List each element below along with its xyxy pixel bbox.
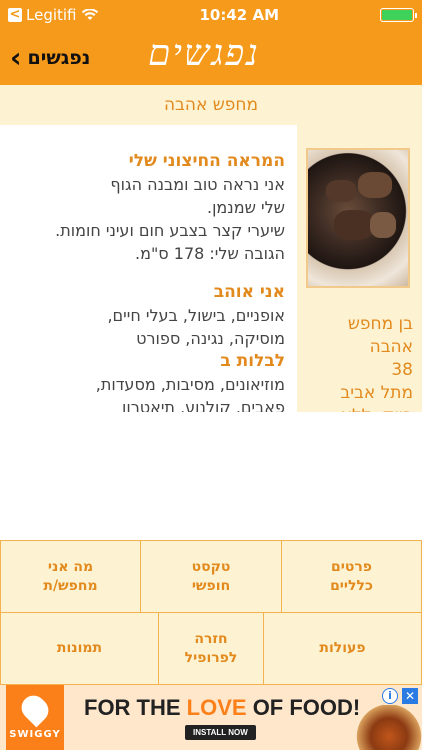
appearance-line: שיערי קצר בצבע חום ועיני חומות.	[55, 221, 285, 240]
button-label: פעולות	[319, 640, 366, 656]
summary-line: אהבה	[369, 337, 413, 357]
ad-headline: FOR THE LOVE OF FOOD!	[84, 695, 360, 721]
button-label: תמונות	[56, 640, 103, 656]
ad-food-image	[356, 705, 422, 750]
ad-banner[interactable]: SWIGGY FOR THE LOVE OF FOOD! INSTALL NOW…	[0, 685, 422, 750]
appearance-line: הגובה שלי: 178 ס"מ.	[134, 244, 285, 263]
love-line: אופניים, בישול, בעלי חיים,	[107, 306, 285, 325]
nav-bar: ‹ נפגשים נפגשים	[0, 30, 422, 85]
appearance-heading: המראה החיצוני שלי	[128, 151, 285, 171]
profile-menu-grid: פרטים כלליים טקסט חופשי מה אני מחפש/ת פע…	[0, 540, 422, 685]
love-line: מוסיקה, נגינה, ספורט	[136, 329, 285, 348]
profile-summary: בן מחפש אהבה 38 מתל אביב רווק ,ללא	[303, 313, 413, 417]
swiggy-logo: SWIGGY	[6, 685, 64, 750]
ad-headline-accent: LOVE	[186, 695, 247, 720]
general-details-button[interactable]: פרטים כלליים	[281, 540, 422, 613]
free-text-button[interactable]: טקסט חופשי	[140, 540, 282, 613]
ad-headline-part: OF FOOD!	[246, 695, 361, 720]
button-label: פרטים כלליים	[330, 558, 373, 594]
back-button[interactable]: ‹ נפגשים	[10, 40, 91, 74]
app-logo: נפגשים	[148, 33, 260, 74]
ad-headline-part: FOR THE	[84, 695, 187, 720]
clock: 10:42 AM	[199, 6, 280, 24]
ad-close-icon[interactable]: ✕	[402, 688, 418, 704]
chevron-left-icon: ‹	[10, 40, 22, 74]
back-to-app-icon[interactable]: <	[8, 8, 22, 22]
wifi-icon	[81, 9, 98, 20]
button-label: מה אני מחפש/ת	[43, 558, 98, 594]
swiggy-pin-icon	[16, 690, 54, 728]
profile-sidebar: בן מחפש אהבה 38 מתל אביב רווק ,ללא	[297, 125, 422, 417]
page-subtitle: מחפש אהבה	[0, 85, 422, 125]
summary-line: מתל אביב	[340, 383, 413, 403]
back-button-label: נפגשים	[27, 46, 91, 69]
looking-for-button[interactable]: מה אני מחפש/ת	[0, 540, 141, 613]
spend-heading: לבלות ב	[220, 351, 285, 371]
ad-install-button[interactable]: INSTALL NOW	[185, 725, 256, 740]
content-blank-area	[0, 412, 422, 540]
summary-line: בן מחפש	[347, 314, 413, 334]
profile-description: המראה החיצוני שלי אני נראה טוב ומבנה הגו…	[0, 125, 297, 417]
ad-brand: SWIGGY	[9, 729, 61, 740]
profile-photo[interactable]	[306, 148, 410, 288]
appearance-line: שלי שמנמן.	[206, 198, 285, 217]
battery-icon	[380, 8, 417, 22]
spend-line: מוזיאונים, מסיבות, מסעדות,	[95, 375, 285, 394]
status-bar: < Legitifi 10:42 AM	[0, 0, 422, 30]
button-label: חזרה לפרופיל	[184, 630, 238, 666]
summary-line: 38	[391, 360, 413, 380]
carrier-label: Legitifi	[26, 6, 77, 24]
appearance-line: אני נראה טוב ומבנה הגוף	[110, 175, 285, 194]
actions-button[interactable]: פעולות	[263, 612, 422, 685]
photos-button[interactable]: תמונות	[0, 612, 159, 685]
love-heading: אני אוהב	[213, 282, 285, 302]
button-label: טקסט חופשי	[191, 558, 231, 594]
back-to-profile-button[interactable]: חזרה לפרופיל	[158, 612, 264, 685]
ad-info-icon[interactable]: i	[382, 688, 398, 704]
